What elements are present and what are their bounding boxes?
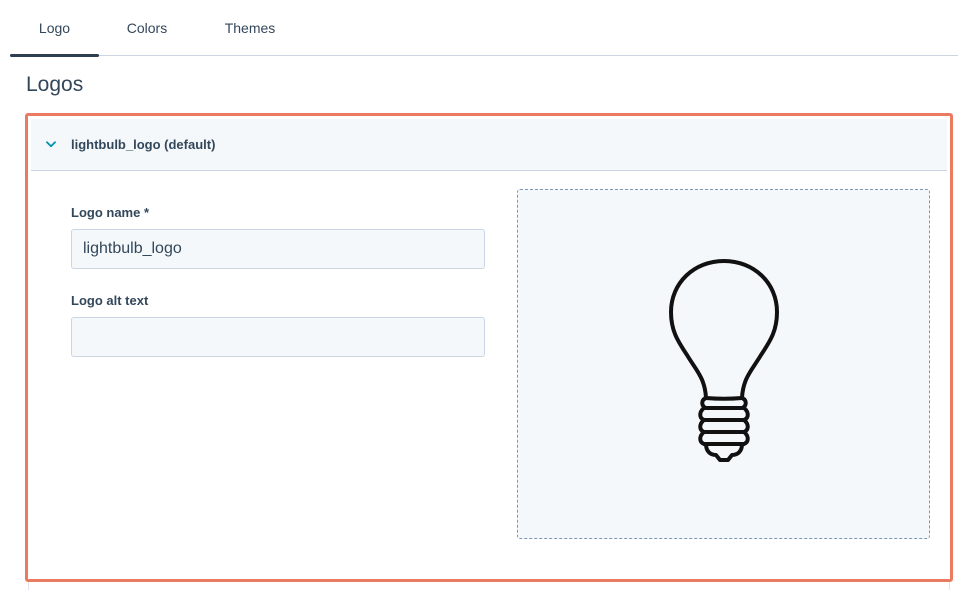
logo-card-title: lightbulb_logo (default) bbox=[71, 137, 216, 152]
active-tab-indicator bbox=[10, 54, 99, 57]
logo-alt-text-label: Logo alt text bbox=[71, 293, 149, 308]
highlight-frame: lightbulb_logo (default) Logo name * Log… bbox=[25, 113, 953, 582]
tab-logo-label: Logo bbox=[38, 20, 71, 36]
brand-kit-page: Logo Colors Themes Logos lightbulb_logo … bbox=[0, 0, 958, 590]
section-title: Logos bbox=[26, 73, 84, 96]
logo-card: lightbulb_logo (default) Logo name * Log… bbox=[31, 119, 947, 576]
tab-themes[interactable]: Themes bbox=[210, 0, 290, 56]
chevron-down-icon[interactable] bbox=[45, 139, 57, 151]
tab-logo[interactable]: Logo bbox=[10, 0, 99, 57]
tab-colors[interactable]: Colors bbox=[108, 0, 186, 56]
logo-preview[interactable] bbox=[517, 189, 930, 539]
tab-bar: Logo Colors Themes bbox=[10, 0, 958, 57]
tab-themes-label: Themes bbox=[224, 20, 276, 36]
card-bottom-edge bbox=[28, 582, 950, 590]
tab-colors-label: Colors bbox=[126, 20, 168, 36]
logo-name-label: Logo name * bbox=[71, 205, 150, 220]
lightbulb-icon bbox=[654, 252, 794, 477]
logo-alt-text-input[interactable] bbox=[71, 317, 485, 357]
logo-card-header[interactable]: lightbulb_logo (default) bbox=[31, 119, 947, 171]
logo-name-input[interactable] bbox=[71, 229, 485, 269]
